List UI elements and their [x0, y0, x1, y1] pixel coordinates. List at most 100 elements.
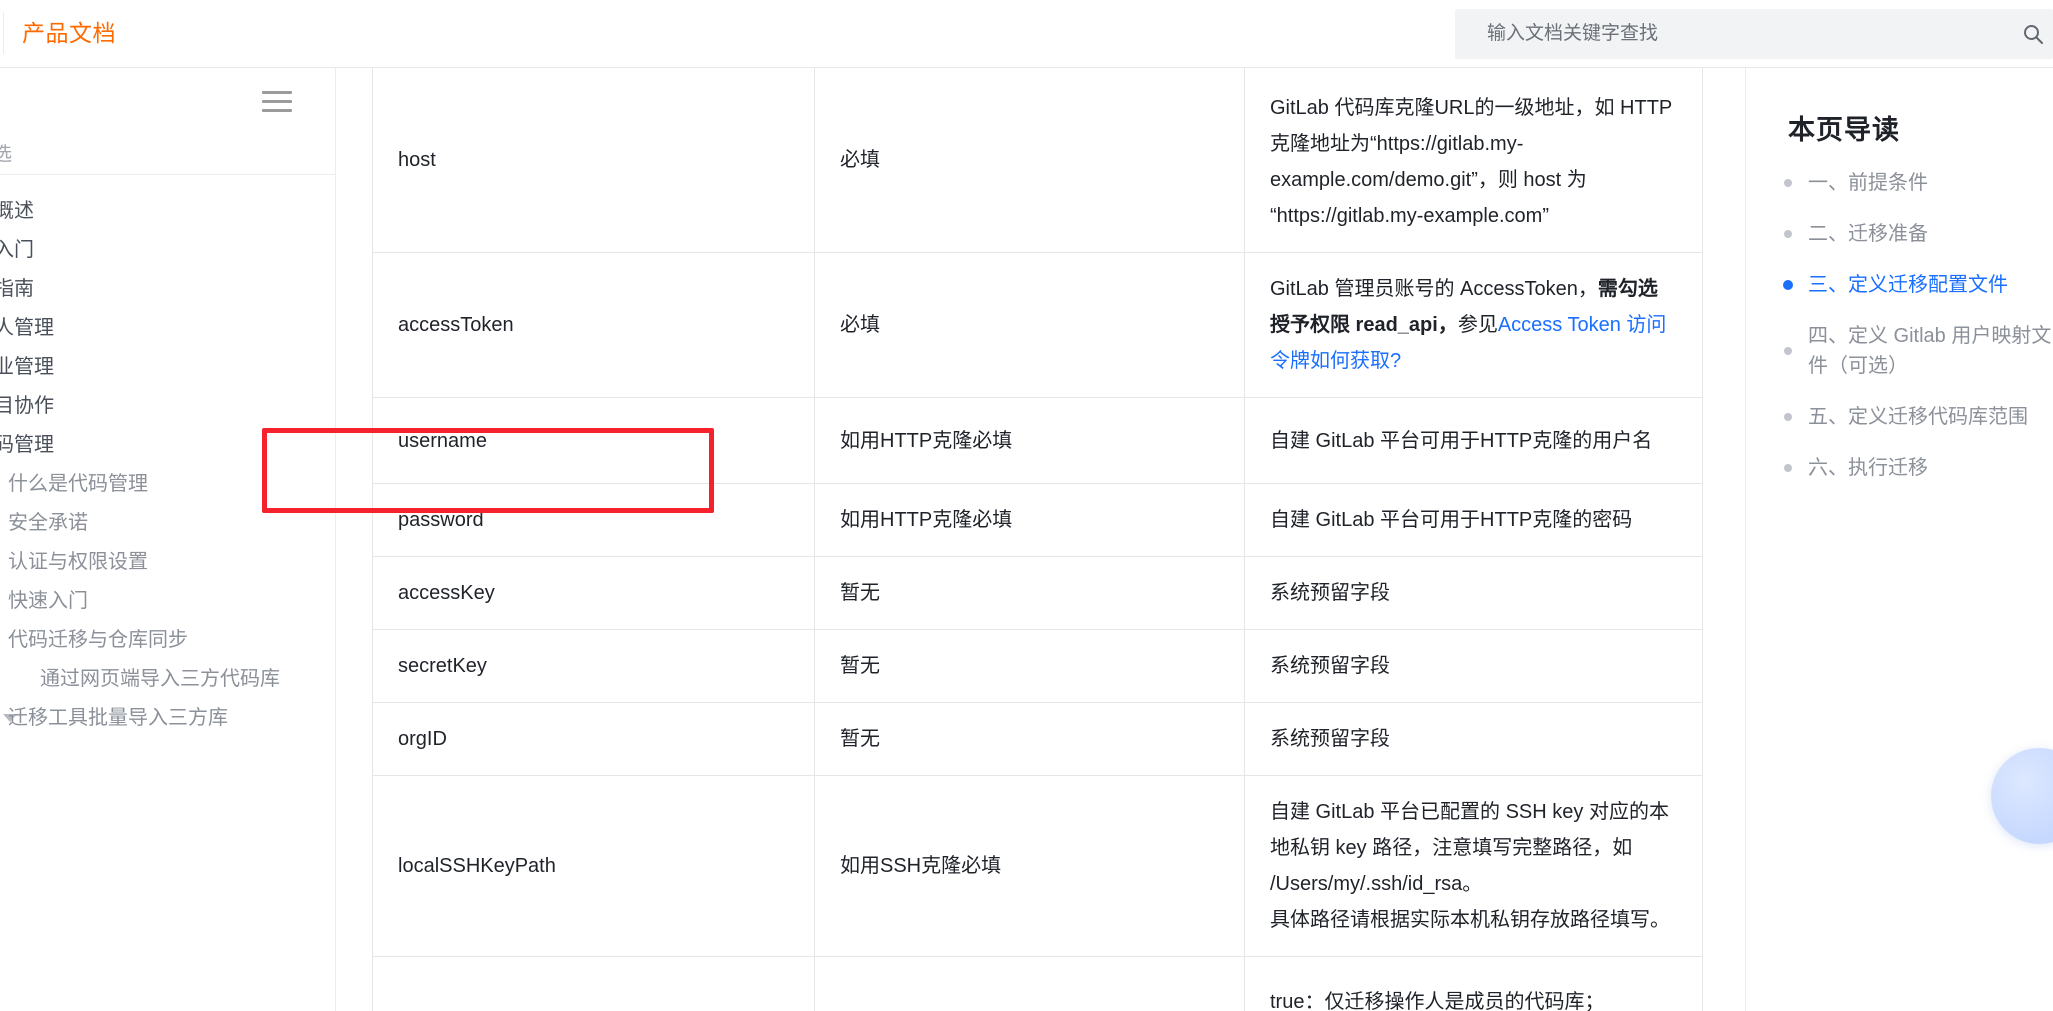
sidebar-item-10[interactable]: 快速入门: [0, 581, 335, 620]
cell-description: 自建 GitLab 平台已配置的 SSH key 对应的本地私钥 key 路径，…: [1244, 775, 1703, 957]
toc-title: 本页导读: [1788, 115, 1900, 145]
table-row: localSSHKeyPath 如用SSH克隆必填 自建 GitLab 平台已配置的…: [372, 775, 1703, 957]
sidebar-filter-input[interactable]: [0, 140, 206, 170]
search-icon[interactable]: [2021, 22, 2045, 46]
description-text: 系统预留字段: [1270, 655, 1390, 677]
bullet-icon: [1784, 464, 1792, 472]
sidebar-item-label: 认证与权限设置: [8, 551, 148, 573]
cell-description: GitLab 代码库克隆URL的一级地址，如 HTTP 克隆地址为“https:…: [1244, 68, 1703, 253]
site-header: 产品文档: [0, 0, 2053, 68]
sidebar-item-12[interactable]: 通过网页端导入三方代码库: [0, 659, 335, 698]
hamburger-icon[interactable]: [262, 91, 292, 113]
cell-required: 如用HTTP克隆必填: [814, 397, 1245, 484]
bullet-icon: [1784, 179, 1792, 187]
cell-required: 暂无: [814, 702, 1245, 776]
toc-list: 一、前提条件 二、迁移准备三、定义迁移配置文件四、定义 Gitlab 用户映射文件…: [1770, 168, 2053, 504]
sidebar-item-7[interactable]: 什么是代码管理: [0, 464, 335, 503]
description-text: GitLab 代码库克隆URL的一级地址，如 HTTP 克隆地址为“https:…: [1270, 97, 1672, 227]
sidebar-item-label: 安全承诺: [8, 512, 88, 534]
sidebar-item-11[interactable]: 代码迁移与仓库同步: [0, 620, 335, 659]
table-row: orgID 暂无 系统预留字段: [372, 702, 1703, 776]
sidebar-item-2[interactable]: 作指南: [0, 269, 335, 308]
toc-item-label: 四、定义 Gitlab 用户映射文件（可选）: [1808, 325, 2052, 377]
toc-item-2[interactable]: 三、定义迁移配置文件: [1770, 270, 2053, 300]
description-text: 自建 GitLab 平台可用于HTTP克隆的密码: [1270, 509, 1633, 531]
cell-param-name: accessToken: [372, 252, 815, 398]
table-row: host 必填 GitLab 代码库克隆URL的一级地址，如 HTTP 克隆地址为“…: [372, 68, 1703, 253]
sidebar-item-label: 什么是代码管理: [8, 473, 148, 495]
cell-param-name: secretKey: [372, 629, 815, 703]
cell-required: 如用HTTP克隆必填: [814, 483, 1245, 557]
sidebar-item-label: 代码迁移与仓库同步: [8, 629, 188, 651]
sidebar-item-5[interactable]: 项目协作: [0, 386, 335, 425]
sidebar-item-label: 速入门: [0, 239, 34, 261]
sidebar-item-1[interactable]: 速入门: [0, 230, 335, 269]
table-row: true：仅迁移操作人是成员的代码库；: [372, 956, 1703, 1011]
bullet-icon: [1784, 413, 1792, 421]
toc-item-label: 二、迁移准备: [1808, 223, 1928, 245]
toc-item-1[interactable]: 二、迁移准备: [1770, 219, 2053, 249]
sidebar-item-0[interactable]: 品概述: [0, 191, 335, 230]
cell-required: 必填: [814, 68, 1245, 253]
sidebar-item-label: 企业管理: [0, 356, 54, 378]
sidebar-item-8[interactable]: 安全承诺: [0, 503, 335, 542]
sidebar-item-label: 品概述: [0, 200, 34, 222]
toc-item-4[interactable]: 五、定义迁移代码库范围: [1770, 402, 2053, 432]
sidebar-item-label: 个人管理: [0, 317, 54, 339]
toc-item-label: 五、定义迁移代码库范围: [1808, 406, 2028, 428]
parameter-table: host 必填 GitLab 代码库克隆URL的一级地址，如 HTTP 克隆地址为“…: [372, 68, 1703, 1011]
cell-param-name: localSSHKeyPath: [372, 775, 815, 957]
sidebar-item-9[interactable]: 认证与权限设置: [0, 542, 335, 581]
toc-item-3[interactable]: 四、定义 Gitlab 用户映射文件（可选）: [1770, 321, 2053, 381]
table-row: accessKey 暂无 系统预留字段: [372, 556, 1703, 630]
cell-required: 必填: [814, 252, 1245, 398]
table-row: secretKey 暂无 系统预留字段: [372, 629, 1703, 703]
search-input[interactable]: [1455, 9, 2015, 59]
search-box[interactable]: [1455, 9, 2053, 59]
sidebar-item-4[interactable]: 企业管理: [0, 347, 335, 386]
description-paragraph: 具体路径请根据实际本机私钥存放路径填写。: [1270, 909, 1670, 931]
toc-item-5[interactable]: 六、执行迁移: [1770, 453, 2053, 483]
table-row: password 如用HTTP克隆必填 自建 GitLab 平台可用于HTTP克隆的…: [372, 483, 1703, 557]
sidebar-item-13[interactable]: 迁移工具批量导入三方库: [0, 698, 335, 737]
toc-item-label: 六、执行迁移: [1808, 457, 1928, 479]
toc-item-label: 一、前提条件: [1808, 172, 1928, 194]
table-row: accessToken 必填 GitLab 管理员账号的 AccessToken，需…: [372, 252, 1703, 398]
sidebar-nav: 品概述速入门作指南个人管理企业管理项目协作代码管理什么是代码管理安全承诺认证与权…: [0, 175, 335, 737]
documentation-page: 产品文档 品概述速入门作指南个人管理企业管理项目协作代码管理什么是代码管理安全承…: [0, 0, 2053, 1011]
sidebar-item-label: 代码管理: [0, 434, 54, 456]
sidebar-item-6[interactable]: 代码管理: [0, 425, 335, 464]
sidebar-item-label: 快速入门: [8, 590, 88, 612]
cell-description: true：仅迁移操作人是成员的代码库；: [1244, 956, 1703, 1011]
cell-param-name: password: [372, 483, 815, 557]
sidebar-item-3[interactable]: 个人管理: [0, 308, 335, 347]
toc-item-0[interactable]: 一、前提条件: [1770, 168, 2053, 198]
cell-description: 系统预留字段: [1244, 556, 1703, 630]
sidebar-header: [0, 68, 335, 175]
sidebar-item-label: 作指南: [0, 278, 34, 300]
cell-description: GitLab 管理员账号的 AccessToken，需勾选授予权限 read_a…: [1244, 252, 1703, 398]
description-text: 系统预留字段: [1270, 728, 1390, 750]
description-text: 自建 GitLab 平台已配置的 SSH key 对应的本地私钥 key 路径，…: [1270, 801, 1669, 895]
description-text: 自建 GitLab 平台可用于HTTP克隆的用户名: [1270, 429, 1653, 452]
cell-param-name: accessKey: [372, 556, 815, 630]
cell-param-name: username: [372, 397, 815, 484]
cell-required: 暂无: [814, 629, 1245, 703]
description-text: 参见: [1457, 314, 1498, 336]
sidebar-filter[interactable]: [0, 140, 206, 170]
sidebar-item-label: 项目协作: [0, 395, 54, 417]
cell-required: [814, 956, 1245, 1011]
main-content: host 必填 GitLab 代码库克隆URL的一级地址，如 HTTP 克隆地址为“…: [336, 68, 1745, 1011]
left-sidebar: 品概述速入门作指南个人管理企业管理项目协作代码管理什么是代码管理安全承诺认证与权…: [0, 68, 336, 1011]
logo-placeholder: [0, 12, 4, 54]
cell-description: 自建 GitLab 平台可用于HTTP克隆的用户名: [1244, 397, 1703, 484]
cell-description: 系统预留字段: [1244, 629, 1703, 703]
cell-required: 如用SSH克隆必填: [814, 775, 1245, 957]
cell-param-name: host: [372, 68, 815, 253]
bullet-icon: [1783, 280, 1793, 290]
description-text: true：仅迁移操作人是成员的代码库；: [1270, 990, 1605, 1011]
bullet-icon: [1784, 347, 1792, 355]
bullet-icon: [1784, 230, 1792, 238]
product-doc-link[interactable]: 产品文档: [22, 16, 116, 50]
cell-param-name: [372, 956, 815, 1011]
